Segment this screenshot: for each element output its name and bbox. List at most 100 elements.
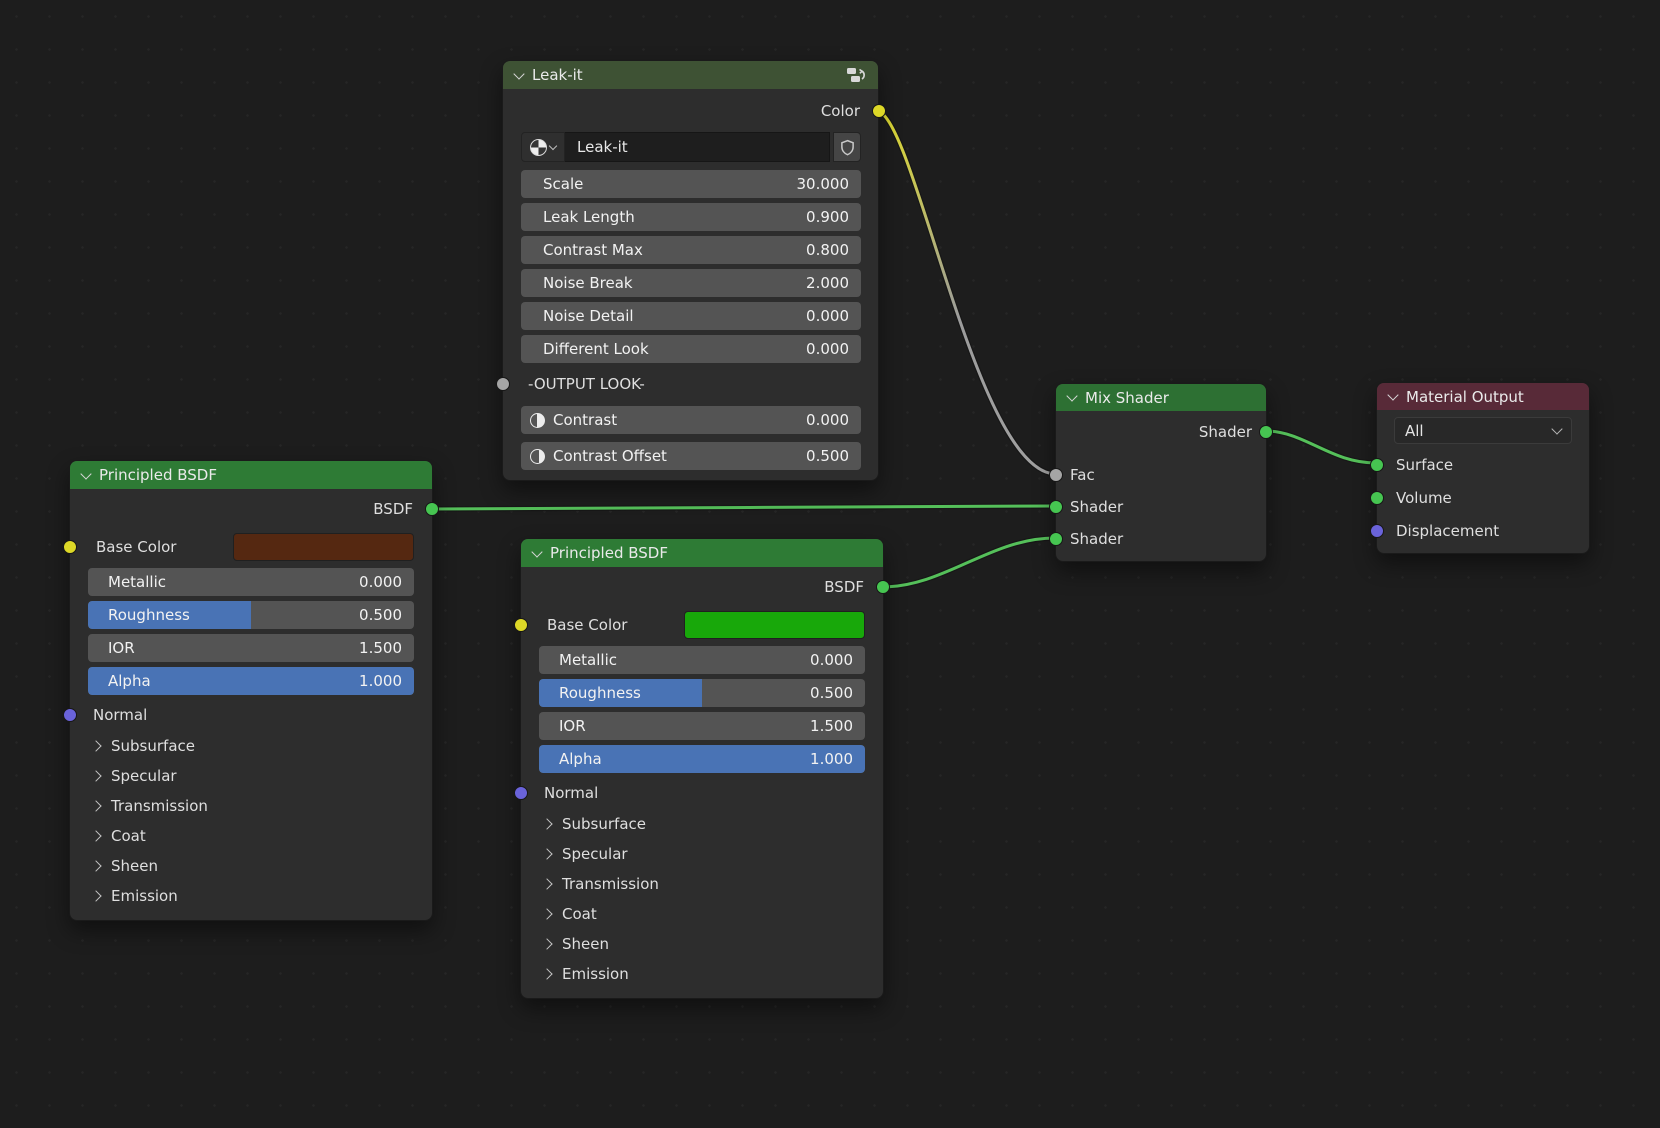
panel-chevron-icon <box>90 830 101 841</box>
node-material-output[interactable]: Material Output All Surface Volume Displ… <box>1376 382 1590 554</box>
node-header-leak-it[interactable]: Leak-it <box>503 61 878 89</box>
socket-fac-input[interactable] <box>1049 468 1063 482</box>
panel-specular[interactable]: Specular <box>539 842 865 866</box>
input-label: Fac <box>1070 466 1095 484</box>
node-header-principled-1[interactable]: Principled BSDF <box>70 461 432 489</box>
panel-coat[interactable]: Coat <box>88 824 414 848</box>
socket-shader-input-2[interactable] <box>1049 532 1063 546</box>
socket-base-color-input[interactable] <box>63 540 77 554</box>
slider-leak-length[interactable]: Leak Length 0.900 <box>521 203 861 231</box>
socket-normal-input[interactable] <box>514 786 528 800</box>
slider-ior[interactable]: IOR 1.500 <box>539 712 865 740</box>
socket-output-look-input[interactable] <box>496 377 510 391</box>
collapse-chevron-icon[interactable] <box>80 468 91 479</box>
base-color-label: Base Color <box>88 538 176 556</box>
slider-label: Alpha <box>539 750 602 768</box>
slider-metallic[interactable]: Metallic 0.000 <box>88 568 414 596</box>
slider-value: 1.000 <box>810 750 865 768</box>
nodegroup-name-field[interactable]: Leak-it <box>565 132 830 162</box>
slider-scale[interactable]: Scale 30.000 <box>521 170 861 198</box>
panel-coat[interactable]: Coat <box>539 902 865 926</box>
collapse-chevron-icon[interactable] <box>531 546 542 557</box>
node-principled-bsdf-2[interactable]: Principled BSDF BSDF Base Color Metallic… <box>520 538 884 999</box>
panel-emission[interactable]: Emission <box>88 884 414 908</box>
panel-emission[interactable]: Emission <box>539 962 865 986</box>
panel-chevron-icon <box>90 770 101 781</box>
panel-specular[interactable]: Specular <box>88 764 414 788</box>
slider-roughness[interactable]: Roughness 0.500 <box>539 679 865 707</box>
node-header-material-output[interactable]: Material Output <box>1377 383 1589 410</box>
slider-different-look[interactable]: Different Look 0.000 <box>521 335 861 363</box>
input-row-displacement: Displacement <box>1394 519 1572 543</box>
target-value: All <box>1405 422 1424 440</box>
slider-label: Scale <box>521 175 583 193</box>
slider-value: 30.000 <box>797 175 862 193</box>
slider-label: Different Look <box>521 340 649 358</box>
panel-chevron-icon <box>541 908 552 919</box>
collapse-chevron-icon[interactable] <box>1387 389 1398 400</box>
socket-displacement-input[interactable] <box>1370 524 1384 538</box>
slider-contrast[interactable]: Contrast 0.000 <box>521 406 861 434</box>
slider-noise-detail[interactable]: Noise Detail 0.000 <box>521 302 861 330</box>
slider-metallic[interactable]: Metallic 0.000 <box>539 646 865 674</box>
slider-label: Metallic <box>88 573 166 591</box>
slider-label: Contrast <box>545 411 617 429</box>
node-header-mix-shader[interactable]: Mix Shader <box>1056 384 1266 411</box>
node-mix-shader[interactable]: Mix Shader Shader Fac Shader Shader <box>1055 383 1267 562</box>
collapse-chevron-icon[interactable] <box>1066 390 1077 401</box>
browse-chevron-icon <box>549 142 557 150</box>
socket-bsdf-output[interactable] <box>425 502 439 516</box>
slider-ior[interactable]: IOR 1.500 <box>88 634 414 662</box>
panel-label: Subsurface <box>111 737 195 755</box>
slider-value: 0.500 <box>806 447 861 465</box>
slider-value: 0.000 <box>806 411 861 429</box>
socket-shader-output[interactable] <box>1259 425 1273 439</box>
slider-contrast-max[interactable]: Contrast Max 0.800 <box>521 236 861 264</box>
material-browse-button[interactable] <box>521 132 565 162</box>
base-color-swatch[interactable] <box>233 533 414 561</box>
socket-normal-input[interactable] <box>63 708 77 722</box>
panel-subsurface[interactable]: Subsurface <box>539 812 865 836</box>
node-title: Leak-it <box>532 66 583 84</box>
panel-sheen[interactable]: Sheen <box>539 932 865 956</box>
output-label: Color <box>821 102 860 120</box>
datablock-name-row: Leak-it <box>521 132 861 162</box>
slider-label: Contrast Max <box>521 241 643 259</box>
input-row-fac: Fac <box>1069 463 1253 487</box>
slider-contrast-offset[interactable]: Contrast Offset 0.500 <box>521 442 861 470</box>
panel-label: Sheen <box>111 857 158 875</box>
panel-transmission[interactable]: Transmission <box>539 872 865 896</box>
node-principled-bsdf-1[interactable]: Principled BSDF BSDF Base Color Metallic… <box>69 460 433 921</box>
slider-value: 0.000 <box>359 573 414 591</box>
panel-chevron-icon <box>90 800 101 811</box>
slider-noise-break[interactable]: Noise Break 2.000 <box>521 269 861 297</box>
base-color-swatch[interactable] <box>684 611 865 639</box>
collapse-chevron-icon[interactable] <box>513 68 524 79</box>
socket-color-output[interactable] <box>872 104 886 118</box>
fake-user-button[interactable] <box>833 132 861 162</box>
panel-transmission[interactable]: Transmission <box>88 794 414 818</box>
node-title: Material Output <box>1406 388 1524 406</box>
slider-value: 0.000 <box>806 307 861 325</box>
socket-shader-input-1[interactable] <box>1049 500 1063 514</box>
input-label: Shader <box>1070 498 1123 516</box>
input-label: Shader <box>1070 530 1123 548</box>
slider-value: 0.500 <box>810 684 865 702</box>
input-row-shader-2: Shader <box>1069 527 1253 551</box>
socket-volume-input[interactable] <box>1370 491 1384 505</box>
normal-row: Normal <box>539 781 865 805</box>
panel-sheen[interactable]: Sheen <box>88 854 414 878</box>
socket-bsdf-output[interactable] <box>876 580 890 594</box>
socket-base-color-input[interactable] <box>514 618 528 632</box>
socket-surface-input[interactable] <box>1370 458 1384 472</box>
panel-chevron-icon <box>541 878 552 889</box>
slider-value: 0.000 <box>806 340 861 358</box>
target-dropdown[interactable]: All <box>1394 417 1572 444</box>
panel-subsurface[interactable]: Subsurface <box>88 734 414 758</box>
node-header-principled-2[interactable]: Principled BSDF <box>521 539 883 567</box>
slider-roughness[interactable]: Roughness 0.500 <box>88 601 414 629</box>
slider-alpha[interactable]: Alpha 1.000 <box>539 745 865 773</box>
slider-alpha[interactable]: Alpha 1.000 <box>88 667 414 695</box>
node-leak-it[interactable]: Leak-it Color Leak-it <box>502 60 879 481</box>
output-label: Shader <box>1199 423 1252 441</box>
